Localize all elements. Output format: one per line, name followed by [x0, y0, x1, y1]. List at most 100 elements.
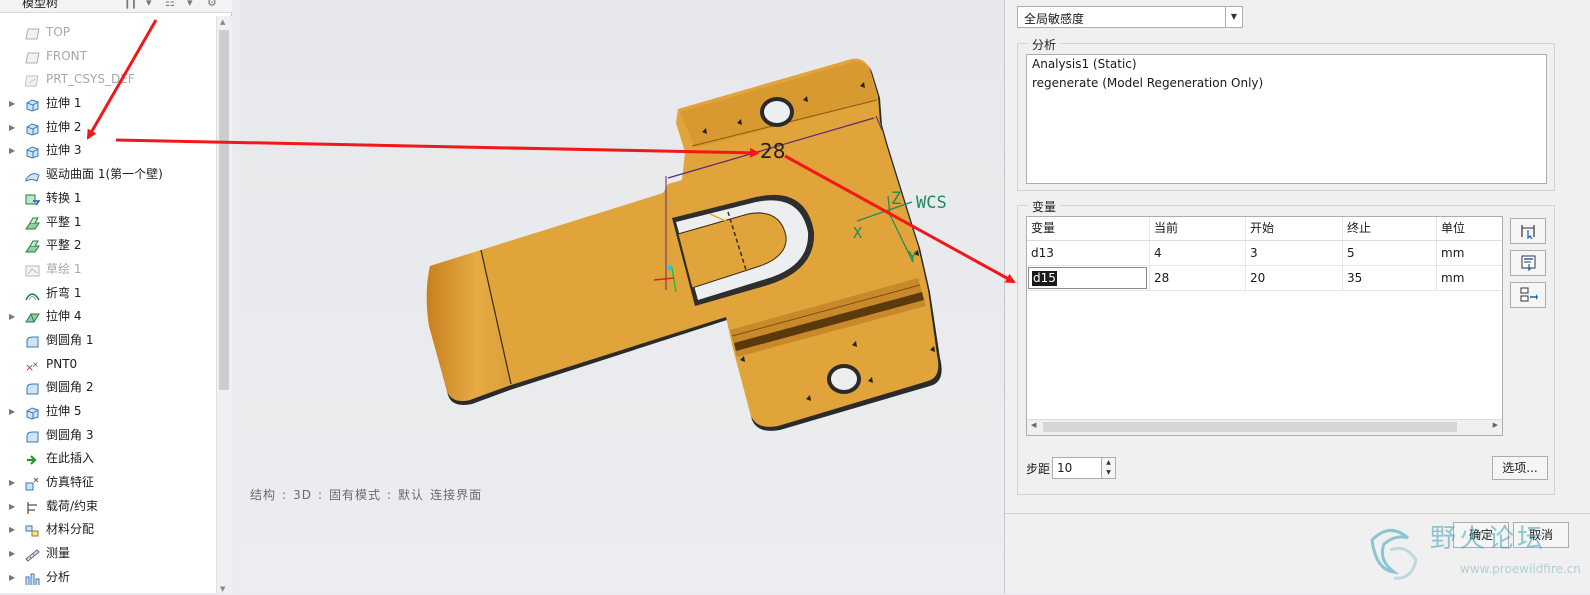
add-variable-button[interactable]	[1510, 282, 1546, 308]
tree-item[interactable]: ▶ 拉伸 1	[0, 92, 216, 116]
scroll-left-arrow-icon[interactable]: ◀	[1031, 421, 1036, 429]
scrollbar-thumb[interactable]	[219, 30, 229, 390]
step-input[interactable]: 10	[1052, 457, 1102, 479]
column-header[interactable]: 开始	[1246, 217, 1343, 240]
status-segment: :	[282, 488, 288, 502]
expand-arrow-icon[interactable]: ▶	[9, 566, 19, 590]
select-parameter-button[interactable]	[1510, 250, 1546, 276]
dropdown-arrow-icon[interactable]: ▾	[146, 0, 160, 10]
tree-item-label: TOP	[46, 25, 71, 39]
tree-item-label: 倒圆角 3	[46, 427, 94, 442]
start-cell[interactable]: 3	[1246, 241, 1343, 265]
tree-item[interactable]: × × PNT0	[0, 353, 216, 377]
dimension-label[interactable]: 28	[760, 139, 785, 163]
tree-item-label: 平整 2	[46, 238, 82, 253]
tree-item-label: 草绘 1	[46, 261, 82, 276]
round-icon	[25, 381, 40, 395]
expand-arrow-icon[interactable]: ▶	[9, 400, 19, 424]
end-cell[interactable]: 35	[1343, 266, 1437, 290]
part-model[interactable]: 28 WCS Z X Y	[240, 0, 1004, 593]
variable-edit-field[interactable]: d15	[1028, 267, 1147, 289]
tree-item-label: 倒圆角 2	[46, 380, 94, 395]
tree-item[interactable]: 折弯 1	[0, 282, 216, 306]
expand-arrow-icon[interactable]: ▶	[9, 92, 19, 116]
tree-item[interactable]: ▶ 载荷/约束	[0, 495, 216, 519]
table-row[interactable]: d15 28 20 35 mm	[1027, 266, 1502, 291]
svg-text:×: ×	[32, 360, 39, 369]
tree-item[interactable]: PRT_CSYS_DEF	[0, 68, 216, 92]
options-button[interactable]: 选项...	[1492, 456, 1548, 480]
stepper-down-icon[interactable]: ▼	[1102, 468, 1115, 478]
tree-item[interactable]: 在此插入	[0, 447, 216, 471]
table-header-row: 变量 当前 开始 终止 单位	[1027, 217, 1502, 241]
insert-here-arrow-icon	[25, 452, 40, 466]
column-header[interactable]: 变量	[1027, 217, 1150, 240]
show-icon[interactable]: ┃┃	[124, 0, 138, 10]
expand-arrow-icon[interactable]: ▶	[9, 139, 19, 163]
tree-item[interactable]: ▶ 拉伸 5	[0, 400, 216, 424]
tree-item[interactable]: ▶ 拉伸 3	[0, 139, 216, 163]
status-segment: 连接界面	[430, 488, 483, 502]
tree-item[interactable]: ▶ 材料分配	[0, 518, 216, 542]
tree-item[interactable]: ▶ 仿真特征	[0, 471, 216, 495]
analysis-group: 分析 Analysis1 (Static) regenerate (Model …	[1017, 36, 1555, 191]
expand-arrow-icon[interactable]: ▶	[9, 542, 19, 566]
expand-arrow-icon[interactable]: ▶	[9, 116, 19, 140]
column-header[interactable]: 单位	[1437, 217, 1503, 240]
tree-item[interactable]: 倒圆角 2	[0, 376, 216, 400]
tree-item[interactable]: 倒圆角 3	[0, 424, 216, 448]
tree-item[interactable]: 草绘 1	[0, 258, 216, 282]
settings-icon[interactable]: ⚙	[207, 0, 221, 10]
tree-item[interactable]: ▶ 拉伸 4	[0, 305, 216, 329]
current-cell[interactable]: 28	[1150, 266, 1246, 290]
tree-item[interactable]: 平整 1	[0, 211, 216, 235]
tree-filter-icon[interactable]: ☷	[165, 0, 179, 10]
column-header[interactable]: 终止	[1343, 217, 1437, 240]
axis-y-label: Y	[908, 248, 917, 266]
selected-variable-text[interactable]: d15	[1032, 271, 1057, 286]
extrude-cut-icon	[25, 310, 40, 324]
column-header[interactable]: 当前	[1150, 217, 1246, 240]
tree-item[interactable]: 转换 1	[0, 187, 216, 211]
dropdown-arrow-icon[interactable]: ▾	[187, 0, 201, 10]
stepper-up-icon[interactable]: ▲	[1102, 458, 1115, 468]
tree-item[interactable]: ▶ 分析	[0, 566, 216, 590]
scroll-right-arrow-icon[interactable]: ▶	[1493, 421, 1498, 429]
chevron-down-icon[interactable]: ▼	[1225, 7, 1242, 27]
tree-item[interactable]: ▶ 测量	[0, 542, 216, 566]
expand-arrow-icon[interactable]: ▶	[9, 305, 19, 329]
scroll-down-arrow-icon[interactable]: ▼	[220, 585, 225, 593]
unit-cell[interactable]: mm	[1437, 266, 1503, 290]
unit-cell[interactable]: mm	[1437, 241, 1503, 265]
variable-cell[interactable]: d13	[1027, 241, 1150, 265]
sensitivity-type-select[interactable]: 全局敏感度 ▼	[1017, 6, 1243, 28]
select-dimension-button[interactable]	[1510, 218, 1546, 244]
table-horizontal-scrollbar[interactable]: ◀ ▶	[1027, 419, 1502, 435]
status-segment: 默认	[398, 488, 425, 502]
tree-item[interactable]: TOP	[0, 21, 216, 45]
expand-arrow-icon[interactable]: ▶	[9, 518, 19, 542]
step-stepper[interactable]: ▲ ▼	[1102, 457, 1116, 479]
tree-item[interactable]: 平整 2	[0, 234, 216, 258]
tree-item[interactable]: 倒圆角 1	[0, 329, 216, 353]
scrollbar-thumb[interactable]	[1043, 422, 1457, 432]
expand-arrow-icon[interactable]: ▶	[9, 495, 19, 519]
start-cell[interactable]: 20	[1246, 266, 1343, 290]
expand-arrow-icon[interactable]: ▶	[9, 471, 19, 495]
analysis-list[interactable]: Analysis1 (Static) regenerate (Model Reg…	[1026, 54, 1547, 184]
step-value[interactable]: 10	[1057, 461, 1072, 475]
tree-item[interactable]: FRONT	[0, 45, 216, 69]
tree-item[interactable]: ▶ 拉伸 2	[0, 116, 216, 140]
current-cell[interactable]: 4	[1150, 241, 1246, 265]
list-item[interactable]: regenerate (Model Regeneration Only)	[1027, 74, 1546, 93]
graphics-viewport[interactable]: 28 WCS Z X Y 结构:3D: 固有模式: 默认 连接界面	[240, 0, 1004, 593]
variables-table[interactable]: 变量 当前 开始 终止 单位 d13 4 3 5 mm d15 28 20 35…	[1026, 216, 1503, 436]
table-row[interactable]: d13 4 3 5 mm	[1027, 241, 1502, 266]
model-tree-scrollbar[interactable]: ▲ ▼	[216, 16, 232, 593]
list-item[interactable]: Analysis1 (Static)	[1027, 55, 1546, 74]
end-cell[interactable]: 5	[1343, 241, 1437, 265]
tree-item-label: 驱动曲面 1(第一个壁)	[46, 167, 163, 182]
tree-item[interactable]: 驱动曲面 1(第一个壁)	[0, 163, 216, 187]
variable-cell-editing[interactable]: d15	[1027, 266, 1150, 290]
scroll-up-arrow-icon[interactable]: ▲	[220, 18, 225, 26]
